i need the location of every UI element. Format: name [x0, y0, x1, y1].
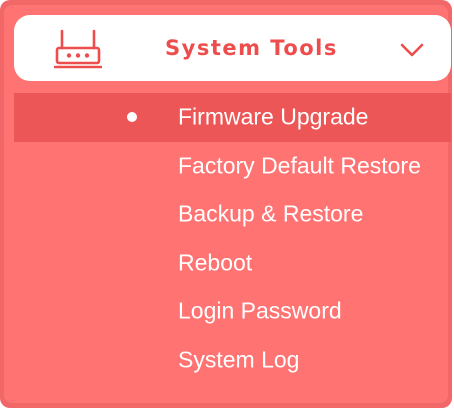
router-icon [54, 29, 102, 69]
menu-item-login-password[interactable]: Login Password [14, 287, 451, 336]
chevron-down-icon[interactable] [400, 43, 424, 57]
menu-item-label: System Log [178, 346, 300, 373]
menu-item-label: Firmware Upgrade [178, 103, 369, 130]
menu-item-label: Login Password [178, 297, 342, 324]
header-title: System Tools [165, 36, 338, 60]
system-tools-menu: Firmware Upgrade Factory Default Restore… [14, 93, 451, 384]
menu-item-label: Reboot [178, 249, 253, 276]
menu-item-firmware-upgrade[interactable]: Firmware Upgrade [14, 93, 451, 142]
system-tools-panel: System Tools Firmware Upgrade Factory De… [0, 0, 452, 408]
menu-item-backup-restore[interactable]: Backup & Restore [14, 190, 451, 239]
menu-item-factory-default-restore[interactable]: Factory Default Restore [14, 142, 451, 191]
system-tools-header[interactable]: System Tools [14, 15, 451, 81]
menu-item-label: Factory Default Restore [178, 152, 421, 179]
menu-item-system-log[interactable]: System Log [14, 336, 451, 385]
menu-item-label: Backup & Restore [178, 200, 364, 227]
menu-item-reboot[interactable]: Reboot [14, 239, 451, 288]
active-indicator-dot [127, 112, 137, 123]
